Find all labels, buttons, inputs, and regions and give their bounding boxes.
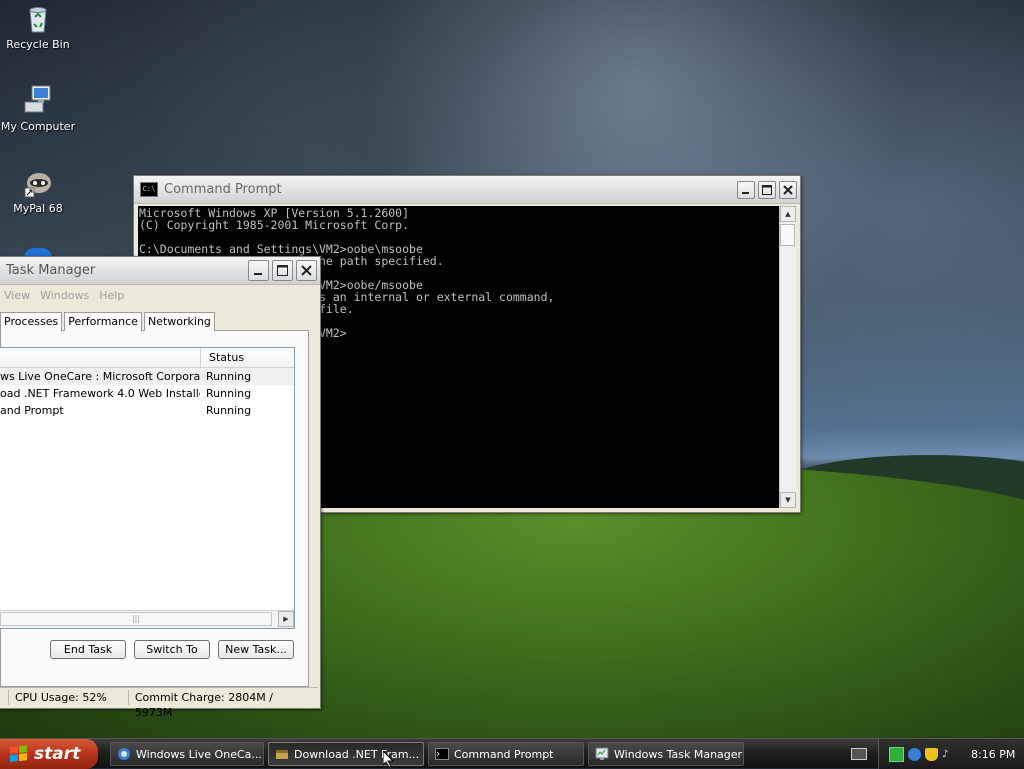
task-label: Command Prompt	[454, 747, 554, 761]
recycle-bin-icon	[22, 2, 54, 34]
task-label: Windows Live OneCa...	[136, 747, 262, 761]
close-button[interactable]	[296, 260, 317, 281]
task-name: ws Live OneCare : Microsoft Corporatio..…	[0, 370, 200, 383]
desktop-icon-label: MyPal 68	[13, 202, 63, 215]
status-bar: CPU Usage: 52% Commit Charge: 2804M / 59…	[0, 687, 318, 719]
task-status: Running	[206, 387, 252, 400]
cpu-usage: CPU Usage: 52%	[9, 690, 129, 705]
maximize-icon	[277, 265, 288, 276]
column-header-task[interactable]	[0, 348, 201, 367]
console-line: (C) Copyright 1985-2001 Microsoft Corp.	[139, 218, 410, 232]
task-name: oad .NET Framework 4.0 Web Installer ...	[0, 387, 200, 400]
keyboard-icon[interactable]	[851, 748, 867, 760]
speaker-icon[interactable]: ♪	[942, 748, 955, 761]
mypal-icon	[22, 166, 54, 198]
switch-to-button[interactable]: Switch To	[134, 640, 210, 659]
close-button[interactable]	[779, 180, 797, 199]
command-prompt-titlebar[interactable]: C:\ Command Prompt	[134, 176, 800, 204]
scroll-right-arrow-icon[interactable]: ▶	[278, 611, 294, 627]
commit-charge: Commit Charge: 2804M / 5973M	[134, 691, 273, 719]
taskbar-button-taskmgr[interactable]: Windows Task Manager	[588, 742, 744, 766]
menu-help[interactable]: Help	[99, 289, 124, 302]
window-title: Command Prompt	[164, 182, 282, 197]
globe-icon[interactable]	[908, 747, 921, 761]
desktop-icon-label: My Computer	[0, 120, 76, 133]
desktop-icon-mypal[interactable]: MyPal 68	[0, 166, 78, 215]
desktop-icon-label: Recycle Bin	[6, 38, 70, 51]
task-manager-titlebar[interactable]: Task Manager	[0, 257, 320, 285]
task-label: Windows Task Manager	[614, 747, 743, 761]
tab-networking[interactable]: Networking	[143, 312, 215, 331]
table-row[interactable]: oad .NET Framework 4.0 Web Installer ...…	[0, 385, 294, 402]
scroll-down-arrow-icon[interactable]: ▼	[780, 492, 796, 508]
mouse-cursor-icon	[383, 751, 394, 768]
cmd-icon	[435, 748, 449, 760]
close-icon	[783, 184, 793, 195]
scroll-thumb[interactable]: |||	[0, 612, 272, 626]
minimize-button[interactable]	[248, 260, 269, 281]
windows-flag-icon	[10, 745, 28, 763]
task-status: Running	[206, 370, 252, 383]
tab-performance[interactable]: Performance	[64, 312, 142, 331]
table-row[interactable]: ws Live OneCare : Microsoft Corporatio..…	[0, 368, 294, 385]
vertical-scrollbar[interactable]: ▲ ▼	[779, 206, 796, 508]
installer-icon	[276, 750, 288, 759]
cmd-icon: C:\	[140, 182, 158, 197]
task-name: and Prompt	[0, 404, 64, 417]
start-label: start	[34, 744, 81, 764]
end-task-button[interactable]: End Task	[50, 640, 126, 659]
taskbar-button-onecare[interactable]: Windows Live OneCa...	[110, 742, 264, 766]
horizontal-scrollbar[interactable]: ||| ▶	[0, 610, 294, 628]
menu-windows[interactable]: Windows	[40, 289, 89, 302]
maximize-button[interactable]	[758, 180, 776, 199]
task-status: Running	[206, 404, 252, 417]
desktop-icon-recycle-bin[interactable]: Recycle Bin	[0, 2, 78, 51]
onecare-icon	[118, 748, 130, 760]
minimize-button[interactable]	[737, 180, 755, 199]
taskbar: start Windows Live OneCa... Download .NE…	[0, 738, 1024, 769]
task-label: Download .NET Fram...	[294, 747, 420, 761]
task-list[interactable]: Status ws Live OneCare : Microsoft Corpo…	[0, 347, 295, 629]
scroll-thumb[interactable]	[780, 224, 795, 246]
maximize-button[interactable]	[272, 260, 293, 281]
new-task-button[interactable]: New Task...	[218, 640, 294, 659]
clock[interactable]: 8:16 PM	[971, 748, 1015, 761]
start-button[interactable]: start	[0, 739, 98, 769]
tab-strip: Processes Performance Networking	[0, 312, 217, 331]
table-row[interactable]: and Prompt Running	[0, 402, 294, 419]
desktop-icon-my-computer[interactable]: My Computer	[0, 84, 78, 133]
task-manager-window[interactable]: Task Manager View Windows Help Processes…	[0, 256, 321, 719]
task-manager-icon	[595, 747, 609, 760]
network-icon[interactable]	[889, 746, 904, 762]
taskbar-button-dotnet[interactable]: Download .NET Fram...	[268, 742, 424, 766]
menu-bar: View Windows Help	[0, 285, 320, 305]
maximize-icon	[762, 184, 772, 195]
window-title: Task Manager	[6, 263, 96, 278]
system-tray: ♪ 8:16 PM	[878, 739, 1024, 769]
menu-view[interactable]: View	[4, 289, 30, 302]
minimize-icon	[254, 273, 262, 275]
close-icon	[301, 265, 312, 276]
minimize-icon	[742, 191, 749, 194]
my-computer-icon	[22, 84, 54, 116]
shield-icon[interactable]	[925, 747, 938, 761]
column-header-status[interactable]: Status	[201, 348, 244, 367]
tab-processes[interactable]: Processes	[0, 312, 63, 331]
scroll-up-arrow-icon[interactable]: ▲	[780, 206, 796, 222]
task-list-header: Status	[0, 348, 294, 368]
taskbar-button-cmd[interactable]: Command Prompt	[428, 742, 584, 766]
